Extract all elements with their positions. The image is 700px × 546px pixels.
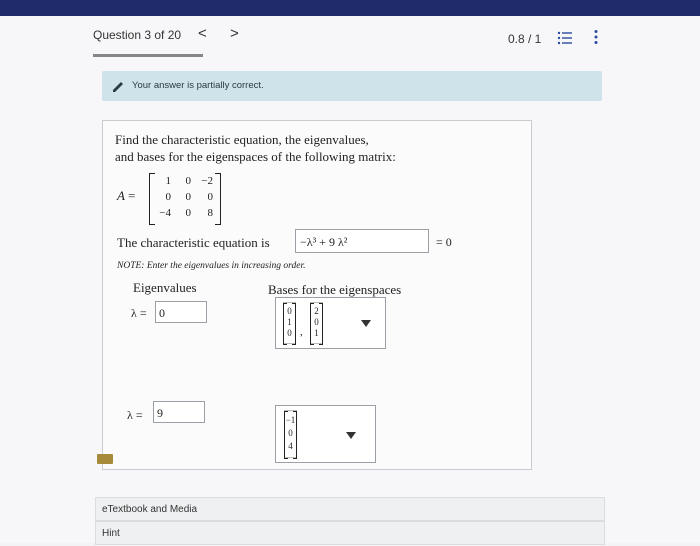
matrix-cell: 0: [185, 207, 192, 219]
matrix-cell: 0: [165, 191, 172, 203]
matrix-cell: 0: [207, 191, 214, 203]
characteristic-equation-input[interactable]: −λ³ + 9 λ²: [295, 229, 429, 253]
question-list-icon[interactable]: [557, 30, 573, 46]
equals-zero: = 0: [436, 235, 452, 249]
lambda-label: λ =: [127, 408, 143, 422]
matrix-cell: 8: [207, 207, 214, 219]
previous-question-button[interactable]: <: [198, 25, 207, 42]
next-question-button[interactable]: >: [230, 25, 239, 42]
eigenvalue-1-input[interactable]: 0: [155, 301, 207, 323]
matrix-cell: −4: [159, 207, 171, 219]
hint-panel[interactable]: Hint: [95, 521, 605, 545]
question-prompt: Find the characteristic equation, the ei…: [115, 132, 396, 164]
basis-2-dropdown[interactable]: −1 0 4: [275, 405, 376, 463]
characteristic-label: The characteristic equation is: [117, 235, 270, 250]
chevron-down-icon: [346, 432, 356, 439]
bases-header: Bases for the eigenspaces: [268, 282, 402, 297]
matrix-cell: 0: [185, 191, 192, 203]
matrix-a: A = 1 0 −2 0 0 0 −4 0 8: [117, 173, 237, 225]
keypad-icon[interactable]: [97, 454, 113, 464]
matrix-name: A: [117, 188, 125, 203]
matrix-right-bracket: [215, 173, 221, 225]
ordering-note: NOTE: Enter the eigenvalues in increasin…: [117, 261, 306, 271]
etextbook-panel[interactable]: eTextbook and Media: [95, 497, 605, 521]
chevron-down-icon: [361, 320, 371, 327]
eigenvalues-header: Eigenvalues: [133, 280, 197, 295]
basis-vector: 0 1 0: [283, 302, 296, 345]
matrix-cell: 0: [185, 175, 192, 187]
basis-1-dropdown[interactable]: 0 1 0 , 2 0 1: [275, 297, 386, 349]
score-label: 0.8 / 1: [508, 32, 542, 46]
pencil-icon: [113, 82, 123, 92]
top-bar: [0, 0, 700, 16]
progress-underline: [93, 54, 203, 57]
matrix-cell: 1: [165, 175, 172, 187]
question-counter: Question 3 of 20: [93, 28, 182, 42]
vector-separator: ,: [300, 326, 303, 338]
feedback-text: Your answer is partially correct.: [132, 80, 264, 91]
page: Question 3 of 20 < > 0.8 / 1 Your answer…: [0, 16, 700, 545]
lambda-label: λ =: [131, 306, 147, 320]
basis-vector: −1 0 4: [284, 410, 297, 459]
matrix-cell: −2: [201, 175, 213, 187]
feedback-banner: Your answer is partially correct.: [102, 71, 602, 101]
basis-vector: 2 0 1: [310, 302, 323, 345]
matrix-equals: =: [128, 188, 136, 203]
question-card: Find the characteristic equation, the ei…: [102, 120, 532, 470]
more-options-icon[interactable]: [593, 29, 599, 45]
eigenvalue-2-input[interactable]: 9: [153, 401, 205, 423]
